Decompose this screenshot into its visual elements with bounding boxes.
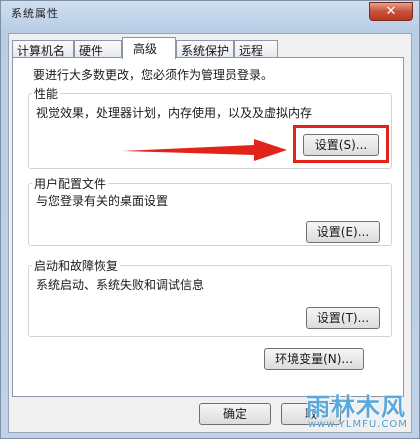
watermark-url: www.YLMFU.COM [308, 419, 408, 430]
close-button[interactable]: ✕ [369, 2, 413, 21]
close-icon: ✕ [385, 4, 397, 19]
tab-remote[interactable]: 远程 [234, 40, 278, 58]
tab-hardware[interactable]: 硬件 [74, 40, 122, 58]
tab-system-protection[interactable]: 系统保护 [176, 40, 234, 58]
performance-title: 性能 [32, 85, 61, 102]
user-profiles-settings-button[interactable]: 设置(E)... [306, 221, 380, 243]
environment-variables-button[interactable]: 环境变量(N)... [264, 348, 364, 370]
red-arrow-icon [122, 139, 287, 161]
window-title: 系统属性 [11, 7, 59, 20]
user-profiles-title: 用户配置文件 [32, 175, 109, 192]
user-profiles-description: 与您登录有关的桌面设置 [36, 194, 169, 208]
tab-computer-name[interactable]: 计算机名 [12, 40, 74, 58]
startup-recovery-description: 系统启动、系统失败和调试信息 [36, 278, 205, 292]
tab-advanced[interactable]: 高级 [122, 37, 176, 59]
performance-description: 视觉效果，处理器计划，内存使用，以及及虚拟内存 [36, 106, 313, 120]
title-bar[interactable]: 系统属性 ✕ [1, 1, 419, 27]
ok-button[interactable]: 确定 [199, 403, 271, 425]
watermark: 雨林木风 www.YLMFU.COM [296, 385, 420, 439]
admin-note: 要进行大多数更改，您必须作为管理员登录。 [33, 68, 274, 82]
watermark-main: 雨林木风 [306, 393, 406, 421]
startup-recovery-title: 启动和故障恢复 [32, 257, 121, 274]
startup-recovery-settings-button[interactable]: 设置(T)... [306, 307, 380, 329]
highlight-box [293, 125, 389, 163]
